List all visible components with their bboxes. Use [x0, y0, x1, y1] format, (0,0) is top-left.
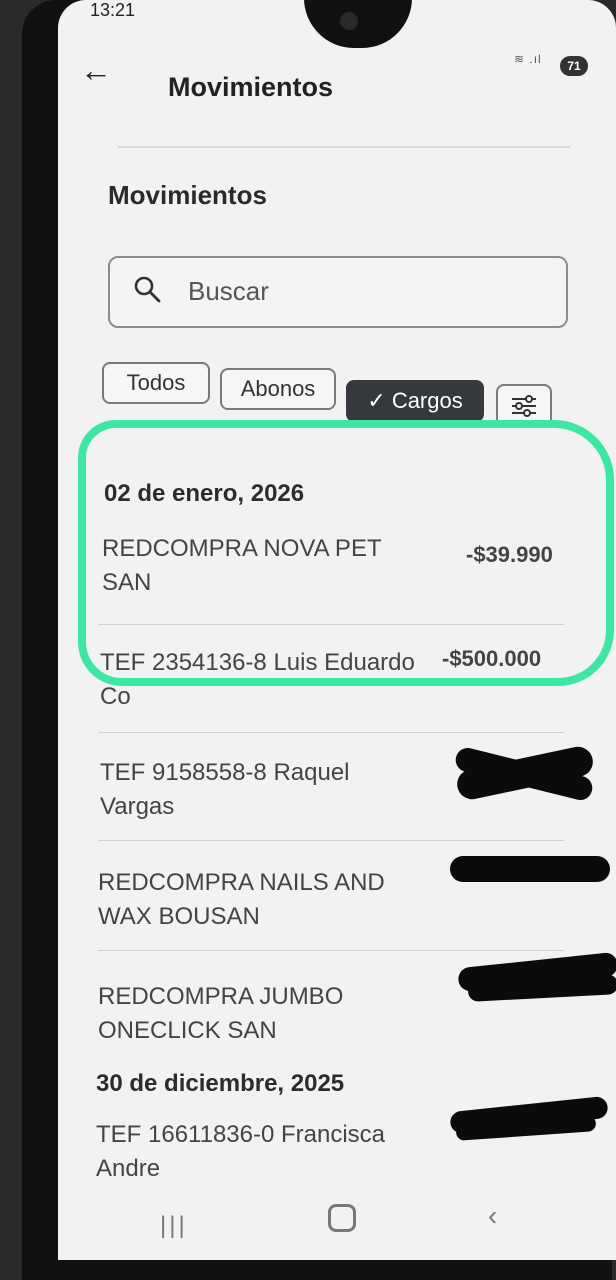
filter-chip-label: Cargos	[391, 388, 463, 413]
section-title: Movimientos	[108, 180, 267, 210]
page-title: Movimientos	[168, 72, 334, 102]
recent-apps-icon[interactable]: |||	[160, 1212, 188, 1240]
filter-chip-label: Abonos	[240, 376, 316, 401]
redaction-mark	[450, 856, 610, 882]
filter-chip-cargos[interactable]: ✓ Cargos	[346, 380, 484, 422]
transaction-description: REDCOMPRA NAILS AND WAX BOUSAN	[98, 869, 385, 930]
check-icon: ✓	[367, 388, 386, 413]
row-divider	[98, 950, 564, 951]
filter-chip-abonos[interactable]: Abonos	[220, 368, 336, 410]
screen: 13:21 ≋ .ıl 71 ← Movimientos Movimientos…	[58, 0, 616, 1260]
row-divider	[98, 732, 564, 733]
transaction-description: TEF 9158558-8 Raquel Vargas	[100, 759, 350, 820]
date-header: 30 de diciembre, 2025	[96, 1070, 345, 1097]
transaction-description: TEF 16611836-0 Francisca Andre	[96, 1121, 386, 1182]
phone-frame: 13:21 ≋ .ıl 71 ← Movimientos Movimientos…	[22, 0, 616, 1280]
header-divider	[118, 146, 570, 148]
status-time: 13:21	[90, 0, 136, 20]
search-placeholder: Buscar	[188, 276, 269, 306]
back-arrow-icon[interactable]: ←	[80, 52, 112, 89]
search-input[interactable]: Buscar	[108, 256, 568, 328]
app-bar: ← Movimientos	[58, 44, 616, 118]
home-icon[interactable]	[328, 1204, 356, 1232]
system-nav-bar: ||| ‹	[58, 1188, 616, 1260]
front-camera	[340, 12, 358, 30]
camera-notch	[304, 0, 412, 48]
row-divider	[98, 840, 564, 841]
search-icon	[134, 276, 161, 303]
filter-chip-todos[interactable]: Todos	[102, 362, 210, 404]
filter-chip-label: Todos	[126, 370, 186, 395]
highlight-annotation	[78, 420, 614, 686]
nav-back-icon[interactable]: ‹	[488, 1200, 497, 1232]
transaction-description: REDCOMPRA JUMBO ONECLICK SAN	[98, 983, 344, 1044]
